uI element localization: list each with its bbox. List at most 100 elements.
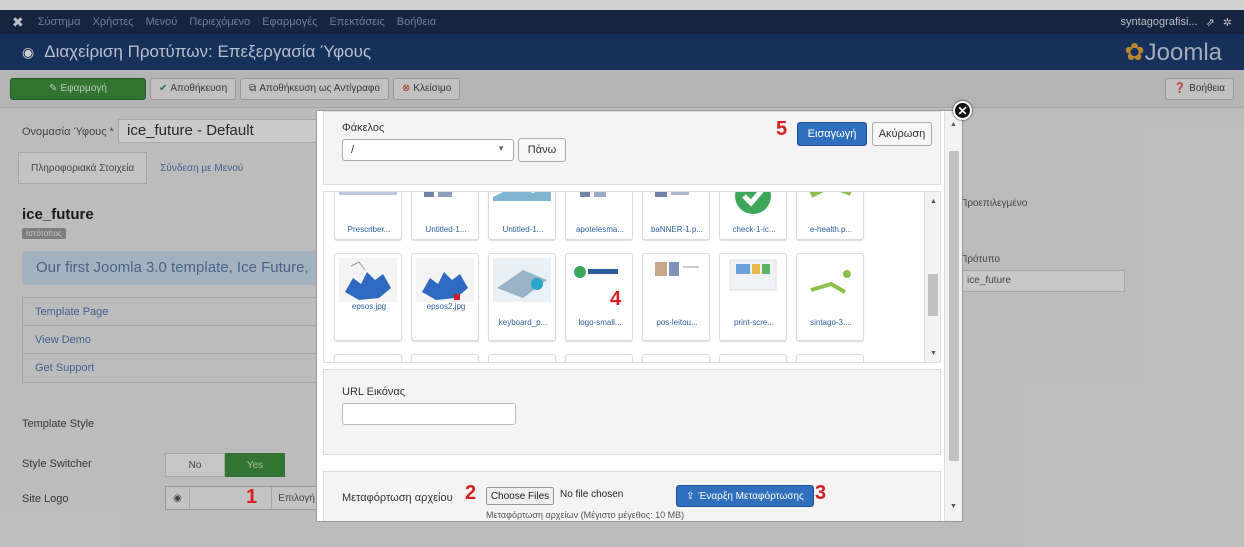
link-view-demo[interactable]: View Demo (23, 326, 321, 354)
thumb-item[interactable]: apotelesma... (565, 192, 633, 240)
menu-menus[interactable]: Μενού (146, 16, 178, 28)
thumb-caption: Untitled-1... (502, 225, 544, 234)
help-button[interactable]: ❓ Βοήθεια (1164, 77, 1234, 100)
scroll-up-icon[interactable]: ▲ (930, 198, 937, 205)
site-logo-field[interactable]: ◉ Επιλογή (165, 486, 320, 510)
choose-files-button[interactable]: Choose Files (486, 487, 554, 505)
thumb-item[interactable]: epsos2.jpg (411, 253, 479, 341)
modal-scroll-thumb[interactable] (949, 151, 959, 461)
style-switcher-toggle[interactable]: No Yes (165, 453, 285, 477)
thumb-item[interactable] (719, 354, 787, 362)
thumb-item[interactable]: Untitled-1... (411, 192, 479, 240)
close-button[interactable]: ⊗ Κλείσιμο (392, 77, 461, 100)
question-icon: ❓ (1173, 83, 1187, 94)
check-icon (735, 192, 771, 214)
template-label: Πρότυπο (960, 254, 1001, 265)
thumb-item[interactable]: baNNER-1.p... (642, 192, 710, 240)
style-name-label: Ονομασία Ύφους * (22, 126, 114, 138)
scroll-down-icon[interactable]: ▼ (930, 350, 937, 357)
thumb-item[interactable]: epsos.jpg (334, 253, 402, 341)
thumb-item[interactable]: pos-leitou... (642, 253, 710, 341)
modal-scrollbar[interactable]: ▲ ▼ (944, 111, 962, 521)
link-get-support[interactable]: Get Support (23, 354, 321, 382)
thumb-item[interactable]: keyboard_p... (488, 253, 556, 341)
preview-eye-icon[interactable]: ◉ (166, 487, 190, 509)
thumb-item[interactable] (642, 354, 710, 362)
site-link[interactable]: syntagografisi... (1121, 16, 1198, 28)
template-name: ice_future (22, 206, 94, 223)
style-switcher-label: Style Switcher (22, 458, 92, 470)
save-button[interactable]: ✔ Αποθήκευση (150, 77, 237, 100)
check-icon: ✔ (159, 83, 168, 94)
thumb-item[interactable]: sintago-3.... (796, 253, 864, 341)
tab-details[interactable]: Πληροφοριακά Στοιχεία (18, 152, 148, 184)
close-label: Κλείσιμο (413, 83, 452, 94)
cancel-button[interactable]: Ακύρωση (872, 122, 932, 146)
thumb-item[interactable]: Untitled-1... (488, 192, 556, 240)
save-copy-label: Αποθήκευση ως Αντίγραφο (259, 83, 380, 94)
scroll-down-icon[interactable]: ▼ (950, 503, 957, 510)
grid-scrollbar[interactable]: ▲ ▼ (924, 192, 940, 362)
copy-icon: ⧉ (249, 83, 257, 94)
thumbnail-image (580, 192, 606, 197)
thumb-item[interactable] (488, 354, 556, 362)
page-title: Διαχείριση Προτύπων: Επεξεργασία Ύφους (44, 42, 372, 61)
folder-select[interactable]: / ▼ (342, 139, 514, 161)
cancel-icon: ⊗ (401, 83, 411, 94)
save-label: Αποθήκευση (170, 83, 228, 94)
menu-help[interactable]: Βοήθεια (397, 16, 436, 28)
thumb-item[interactable]: check-1-ic... (719, 192, 787, 240)
menu-users[interactable]: Χρήστες (93, 16, 134, 28)
select-logo-button[interactable]: Επιλογή (271, 487, 319, 509)
insert-button[interactable]: Εισαγωγή (797, 122, 867, 146)
help-label: Βοήθεια (1189, 83, 1225, 94)
thumbnail-image (493, 192, 551, 201)
save-copy-button[interactable]: ⧉ Αποθήκευση ως Αντίγραφο (240, 77, 389, 100)
toolbar: ✎ Εφαρμογή ✔ Αποθήκευση ⧉ Αποθήκευση ως Αντ… (0, 70, 1244, 108)
start-upload-button[interactable]: ⇪ Έναρξη Μεταφόρτωσης (676, 485, 814, 507)
thumb-item[interactable]: Prescriber... (334, 192, 402, 240)
switch-no[interactable]: No (165, 453, 225, 477)
thumb-item[interactable]: print-scre... (719, 253, 787, 341)
thumbnail-image (809, 192, 852, 198)
start-upload-label: Έναρξη Μεταφόρτωσης (698, 490, 804, 502)
external-link-icon[interactable]: ⇗ (1206, 16, 1215, 29)
people-thumbnail (655, 262, 699, 276)
thumb-item[interactable] (796, 354, 864, 362)
thumb-caption: check-1-ic... (732, 225, 776, 234)
close-icon[interactable]: ✕ (953, 101, 972, 120)
site-logo-label: Site Logo (22, 493, 69, 505)
template-field[interactable]: ice_future (960, 270, 1125, 292)
folder-value: / (351, 144, 355, 156)
annotation-1: 1 (246, 486, 258, 508)
menu-system[interactable]: Σύστημα (38, 16, 81, 28)
thumb-caption: keyboard_p... (498, 318, 548, 327)
scroll-up-icon[interactable]: ▲ (950, 121, 957, 128)
up-button[interactable]: Πάνω (518, 138, 566, 162)
joomla-icon[interactable]: ✖ (12, 14, 24, 31)
image-grid: Prescriber... Untitled-1... Untitled-1..… (324, 192, 924, 362)
thumb-item[interactable] (411, 354, 479, 362)
image-grid-frame: Prescriber... Untitled-1... Untitled-1..… (323, 191, 941, 363)
menu-components[interactable]: Εφαρμογές (262, 16, 317, 28)
image-url-label: URL Εικόνας (342, 386, 406, 398)
image-url-input[interactable] (342, 403, 516, 425)
apply-button[interactable]: ✎ Εφαρμογή (10, 77, 146, 100)
upload-icon: ⇪ (686, 490, 695, 502)
thumb-item[interactable]: e-health.p... (796, 192, 864, 240)
menu-content[interactable]: Περιεχόμενο (189, 16, 250, 28)
thumb-item[interactable] (565, 354, 633, 362)
site-badge: Ιστότοπος (22, 228, 66, 239)
title-bar: ◉ Διαχείριση Προτύπων: Επεξεργασία Ύφους… (0, 34, 1244, 70)
style-name-input[interactable]: ice_future - Default (118, 119, 328, 143)
link-template-page[interactable]: Template Page (23, 298, 321, 326)
upload-hint: Μεταφόρτωση αρχείων (Μέγιστο μέγεθος: 10… (486, 510, 685, 520)
switch-yes[interactable]: Yes (225, 453, 285, 477)
grid-scroll-thumb[interactable] (928, 274, 938, 316)
menu-extensions[interactable]: Επεκτάσεις (329, 16, 384, 28)
thumb-item[interactable] (334, 354, 402, 362)
thumb-item[interactable]: logo-small... (565, 253, 633, 341)
gear-icon[interactable]: ✲ (1223, 16, 1232, 29)
thumb-caption: baNNER-1.p... (650, 225, 704, 234)
tab-menu-assignment[interactable]: Σύνδεση με Μενού (147, 152, 256, 184)
